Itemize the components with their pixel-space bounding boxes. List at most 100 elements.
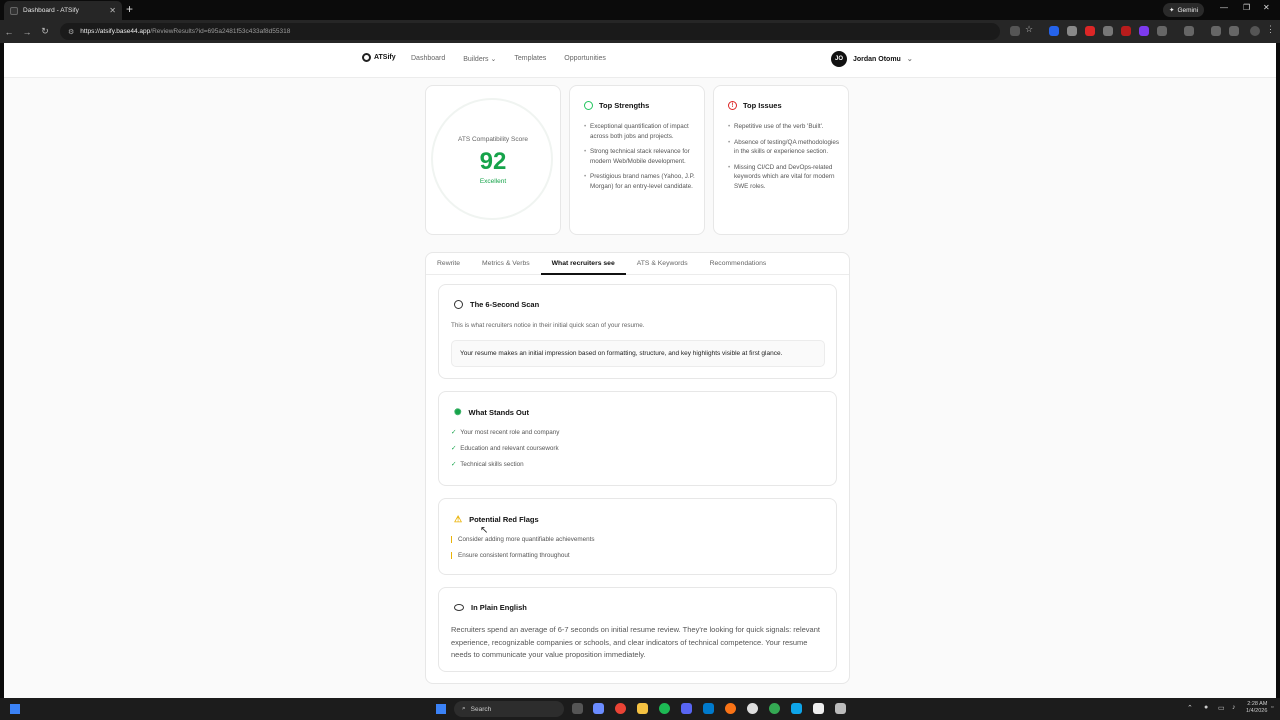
results-tabs: Rewrite Metrics & Verbs What recruiters … [426,253,849,275]
forward-icon[interactable]: → [18,27,36,37]
network-icon[interactable]: ▭ [1218,704,1225,712]
account-avatar[interactable] [1250,26,1260,36]
extension-icon[interactable] [1085,26,1095,36]
score-card: ATS Compatibility Score 92 Excellent [425,85,561,235]
section-description: This is what recruiters notice in their … [451,322,645,329]
section-header: The 6-Second Scan [454,300,539,309]
issues-header: ! Top Issues [728,101,782,110]
notification-icon[interactable]: ▫ [1271,704,1273,711]
user-name: Jordan Otomu [853,55,901,63]
bookmark-star-icon[interactable]: ☆ [1025,24,1035,34]
sparkle-icon: ✦ [1169,7,1175,14]
tab-recommendations[interactable]: Recommendations [699,253,778,275]
chrome-icon[interactable] [615,703,626,714]
issues-card: ! Top Issues Repetitive use of the verb … [713,85,849,235]
tab-rewrite[interactable]: Rewrite [426,253,471,275]
app-icon[interactable] [725,703,736,714]
app-icon[interactable] [791,703,802,714]
extensions-puzzle-icon[interactable] [1157,26,1167,36]
clock-time: 2:28 AM [1247,701,1268,707]
red-flags-section: ⚠ Potential Red Flags Consider adding mo… [438,498,837,575]
tab-what-recruiters-see[interactable]: What recruiters see [540,253,626,275]
nav-dashboard[interactable]: Dashboard [411,55,445,63]
clock-date: 1/4/2026 [1246,708,1268,714]
extension-icon[interactable] [1049,26,1059,36]
nav-opportunities[interactable]: Opportunities [564,55,606,63]
reload-icon[interactable]: ↻ [36,26,54,37]
system-clock[interactable]: 2:28 AM 1/4/2026 [1246,701,1267,715]
list-item: Repetitive use of the verb 'Built'. [728,122,840,132]
download-icon[interactable] [1211,26,1221,36]
section-title: What Stands Out [468,408,529,417]
vscode-icon[interactable] [703,703,714,714]
extension-icon[interactable] [1103,26,1113,36]
extension-icon[interactable] [1121,26,1131,36]
logo-icon [362,53,371,62]
logo-text: ATSify [374,54,396,61]
discord-icon[interactable] [681,703,692,714]
extension-icon[interactable] [1067,26,1077,36]
menu-icon[interactable]: ⋮ [1266,24,1276,34]
list-item: Consider adding more quantifiable achiev… [451,536,595,543]
windows-taskbar: ⌕ Search ⌃ ● ▭ ♪ 2:28 AM 1/4/2026 ▫ [0,698,1280,720]
browser-tab[interactable]: Dashboard - ATSify ✕ [4,1,122,20]
chevron-up-icon[interactable]: ⌃ [1187,704,1193,712]
windows-logo-icon[interactable] [436,704,446,714]
plain-english-text: Recruiters spend an average of 6-7 secon… [451,625,820,659]
address-bar[interactable]: ⚙ https://atsify.base44.app/ReviewResult… [60,23,1000,40]
gemini-button[interactable]: ✦ Gemini [1163,3,1205,17]
spotify-icon[interactable] [659,703,670,714]
strengths-title: Top Strengths [599,101,650,110]
results-panel: Rewrite Metrics & Verbs What recruiters … [425,252,850,684]
taskbar-search[interactable]: ⌕ Search [454,701,564,717]
user-menu[interactable]: JO Jordan Otomu ⌄ [831,51,913,67]
url-text: https://atsify.base44.app/ReviewResults?… [80,28,291,35]
nav-templates[interactable]: Templates [514,55,546,63]
maximize-icon[interactable]: ❐ [1243,3,1250,12]
browser-toolbar: ← → ↻ ⚙ https://atsify.base44.app/Review… [0,20,1280,43]
check-icon: ✓ [451,429,457,436]
file-explorer-icon[interactable] [637,703,648,714]
extension-icon[interactable] [1139,26,1149,36]
chevron-down-icon: ⌄ [906,56,913,63]
app-icon[interactable] [835,703,846,714]
strengths-card: Top Strengths Exceptional quantification… [569,85,705,235]
start-menu-icon[interactable] [10,704,20,714]
tab-metrics-verbs[interactable]: Metrics & Verbs [471,253,541,275]
task-view-icon[interactable] [572,703,583,714]
app-logo[interactable]: ATSify [362,53,396,62]
list-item: ✓ Education and relevant coursework [451,445,559,452]
check-circle-icon [584,101,593,110]
alert-icon: ! [728,101,737,110]
app-icon[interactable] [593,703,604,714]
page-viewport: ATSify Dashboard Builders ⌄ Templates Op… [4,43,1276,698]
app-icon[interactable] [747,703,758,714]
tab-ats-keywords[interactable]: ATS & Keywords [626,253,699,275]
back-icon[interactable]: ← [0,27,18,37]
chrome-icon[interactable] [769,703,780,714]
warning-icon: ⚠ [454,514,463,524]
section-title: The 6-Second Scan [470,300,540,309]
clock-icon [454,300,463,309]
list-item: Ensure consistent formatting throughout [451,552,595,559]
nav-builders[interactable]: Builders ⌄ [463,55,496,63]
list-item: ✓ Technical skills section [451,461,524,468]
section-header: In Plain English [454,603,527,612]
what-stands-out-section: ✺ What Stands Out ✓ Your most recent role… [438,391,837,486]
side-panel-icon[interactable] [1184,26,1194,36]
tab-title: Dashboard - ATSify [23,7,79,14]
minimize-icon[interactable]: — [1220,3,1228,12]
profile-icon[interactable] [1229,26,1239,36]
close-icon[interactable]: ✕ [109,6,116,15]
app-icon[interactable] [813,703,824,714]
standout-list: ✓ Your most recent role and company ✓ Educ… [451,429,559,477]
volume-icon[interactable]: ♪ [1232,704,1236,711]
site-info-icon[interactable]: ⚙ [68,28,74,36]
install-icon[interactable] [1010,26,1020,36]
favicon-icon [10,6,18,15]
six-second-scan-section: The 6-Second Scan This is what recruiter… [438,284,837,379]
window-close-icon[interactable]: ✕ [1263,3,1270,12]
list-item: Missing CI/CD and DevOps-related keyword… [728,163,840,192]
new-tab-icon[interactable]: + [126,2,133,16]
microphone-icon[interactable]: ● [1204,704,1208,711]
